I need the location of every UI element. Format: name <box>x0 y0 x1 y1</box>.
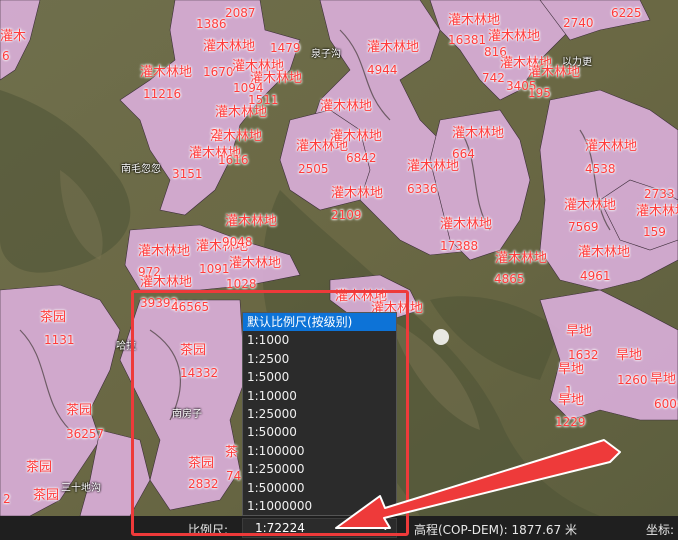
map-label: 旱地 <box>558 362 585 377</box>
map-label: 灌木林地 <box>138 244 191 259</box>
map-label: 46565 <box>171 300 210 314</box>
map-label: 6 <box>2 49 10 63</box>
map-label: 旱地 <box>558 393 585 408</box>
map-label: 16381 <box>448 33 487 47</box>
map-label: 74 <box>226 469 242 483</box>
map-label: 灌木林地 <box>215 105 268 120</box>
map-label: 36257 <box>66 427 105 441</box>
scale-option[interactable]: 1:5000 <box>243 368 396 386</box>
scale-option[interactable]: 1:250000 <box>243 460 396 478</box>
map-label: 2 <box>211 127 219 141</box>
scale-option[interactable]: 1:500000 <box>243 479 396 497</box>
map-label: 茶园 <box>188 456 215 471</box>
map-label: 灌木林地 <box>203 39 256 54</box>
map-label: 1632 <box>568 348 599 362</box>
place-name: 哈拉 <box>116 341 136 352</box>
map-label: 灌木林地 <box>495 251 548 266</box>
map-label: 旱地 <box>650 372 677 387</box>
scale-option[interactable]: 1:100000 <box>243 442 396 460</box>
map-label: 2740 <box>563 16 594 30</box>
map-label: 11216 <box>143 87 182 101</box>
map-label: 1131 <box>44 333 75 347</box>
map-label: 1260 <box>617 373 648 387</box>
scale-label: 比例尺: <box>188 523 229 537</box>
map-label: 4538 <box>585 162 616 176</box>
map-label: 6006 <box>654 397 678 411</box>
map-label: 茶园 <box>33 488 60 503</box>
map-label: 4865 <box>494 272 525 286</box>
map-label: 2 <box>3 492 11 506</box>
elevation-readout: 高程(COP-DEM): 1877.67 米 <box>414 523 577 537</box>
map-label: 1670 <box>203 65 234 79</box>
map-label: 195 <box>528 86 551 100</box>
map-label: 灌木林地 <box>440 217 493 232</box>
map-label: 灌木林地 <box>452 126 505 141</box>
map-label: 茶园 <box>26 460 53 475</box>
map-label: 159 <box>643 225 666 239</box>
map-label: 灌木林地 <box>331 186 384 201</box>
scale-select-value: 1:72224 <box>255 521 305 535</box>
scale-select[interactable]: 1:72224 ⌄ <box>242 518 397 538</box>
map-label: 旱地 <box>566 324 593 339</box>
map-label: 灌木林地 <box>225 214 278 229</box>
map-label: 茶园 <box>180 343 207 358</box>
map-label: 6225 <box>611 6 642 20</box>
map-label: 1229 <box>555 415 586 429</box>
chevron-down-icon[interactable]: ⌄ <box>381 520 390 533</box>
map-label: 6336 <box>407 182 438 196</box>
place-name: 三十地沟 <box>61 483 101 494</box>
map-label: 14332 <box>180 366 219 380</box>
map-label: 2087 <box>225 6 256 20</box>
map-label: 灌木林地 <box>229 256 282 271</box>
map-label: 6842 <box>346 151 377 165</box>
map-label: 7569 <box>568 220 599 234</box>
map-label: 灌木林地 <box>636 204 678 219</box>
map-label: 9048 <box>222 235 253 249</box>
map-label: 灌木林地 <box>367 40 420 55</box>
map-label: 灌木林地 <box>407 159 460 174</box>
scale-option[interactable]: 1:10000 <box>243 387 396 405</box>
map-label: 1091 <box>199 262 230 276</box>
map-label: 2733 <box>644 187 675 201</box>
scale-option[interactable]: 1:2500 <box>243 350 396 368</box>
map-label: 灌木林地 <box>330 129 383 144</box>
map-label: 灌木林地 <box>488 29 541 44</box>
map-label: 灌木林地 <box>140 275 193 290</box>
map-label: 742 <box>482 71 505 85</box>
map-label: 茶园 <box>40 310 67 325</box>
map-label: 2109 <box>331 208 362 222</box>
map-label: 1386 <box>196 17 227 31</box>
map-label: 灌木林地 <box>448 13 501 28</box>
map-label: 4961 <box>580 269 611 283</box>
map-label: 2505 <box>298 162 329 176</box>
map-label: 灌木林地 <box>564 198 617 213</box>
map-label: 灌木林地 <box>578 245 631 260</box>
map-label: 旱地 <box>616 348 643 363</box>
map-label: 茶园 <box>66 403 93 418</box>
map-label: 1616 <box>218 153 249 167</box>
place-name: 南毛忽忽 <box>121 164 161 175</box>
map-label: 灌木林地 <box>585 139 638 154</box>
place-name: 泉子沟 <box>311 49 341 60</box>
map-label: 茶 <box>225 445 239 460</box>
place-name: 以力更 <box>562 57 592 68</box>
scale-option[interactable]: 1:1000 <box>243 331 396 349</box>
map-label: 17388 <box>440 239 479 253</box>
map-label: 4944 <box>367 63 398 77</box>
scale-option[interactable]: 1:50000 <box>243 423 396 441</box>
map-label: 3151 <box>172 167 203 181</box>
scale-option[interactable]: 1:1000000 <box>243 497 396 515</box>
map-label: 1479 <box>270 41 301 55</box>
map-label: 灌木 <box>0 29 27 44</box>
scale-option[interactable]: 1:25000 <box>243 405 396 423</box>
scale-option[interactable]: 默认比例尺(按级别) <box>243 313 396 332</box>
map-label: 2832 <box>188 477 219 491</box>
place-name: 南房子 <box>172 409 202 420</box>
map-label: 1028 <box>226 277 257 291</box>
map-label: 灌木林地 <box>320 99 373 114</box>
map-label: 灌木林地 <box>140 65 193 80</box>
coordinate-label: 坐标: <box>646 523 675 537</box>
scale-dropdown-list[interactable]: 默认比例尺(按级别) 1:1000 1:2500 1:5000 1:10000 1:250… <box>242 312 397 516</box>
